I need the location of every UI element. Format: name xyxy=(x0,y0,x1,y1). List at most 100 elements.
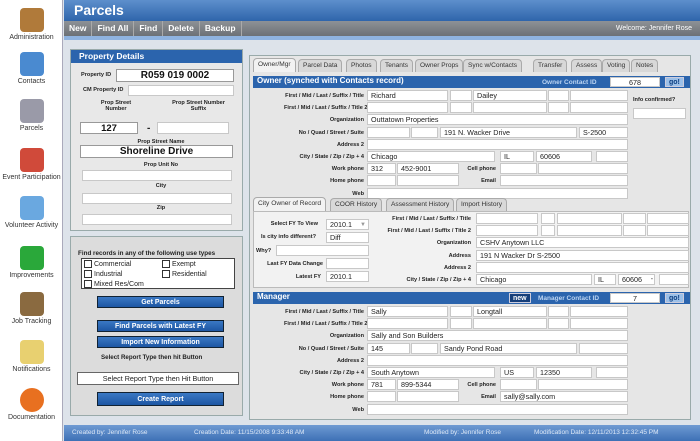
home-area-field[interactable] xyxy=(367,391,396,403)
address2-field[interactable] xyxy=(367,354,628,366)
latest-fy-field[interactable]: 2010.1 xyxy=(326,271,369,282)
street-name-field[interactable]: Shoreline Drive xyxy=(80,145,233,158)
backup-button[interactable]: Backup xyxy=(200,21,242,36)
zip-field[interactable]: 60606 xyxy=(536,151,592,162)
city-field[interactable]: Chicago xyxy=(367,151,495,162)
web-field[interactable] xyxy=(367,403,628,415)
mid-field[interactable] xyxy=(450,90,472,101)
title-field[interactable] xyxy=(570,90,628,101)
street-field[interactable]: 191 N. Wacker Drive xyxy=(440,126,577,138)
cell-phone-field[interactable] xyxy=(538,379,628,391)
suffix2-field[interactable] xyxy=(548,318,569,330)
coor-address2-field[interactable] xyxy=(476,261,689,273)
delete-button[interactable]: Delete xyxy=(163,21,200,36)
cm-property-id-field[interactable] xyxy=(128,85,234,96)
work-area-field[interactable]: 781 xyxy=(367,379,396,391)
coor-state-field[interactable]: IL xyxy=(594,274,616,285)
cell-area-field[interactable] xyxy=(500,379,537,391)
tab-owner-props[interactable]: Owner Props xyxy=(415,59,464,72)
coor-city-field[interactable]: Chicago xyxy=(476,274,592,285)
suffix2-field[interactable] xyxy=(548,102,569,114)
web-field[interactable] xyxy=(367,187,628,199)
checkbox-residential[interactable]: Residential xyxy=(162,270,207,278)
email-field[interactable] xyxy=(500,175,628,187)
coor-name-field[interactable] xyxy=(476,213,538,224)
unit-field[interactable] xyxy=(82,170,232,181)
subtab-assessment-history[interactable]: Assessment History xyxy=(386,198,455,211)
sidebar-item-documentation[interactable]: Documentation xyxy=(0,388,63,421)
diff-field[interactable]: Diff xyxy=(326,232,369,243)
sidebar-item-parcels[interactable]: Parcels xyxy=(0,99,63,132)
owner-contact-id-field[interactable]: 678 xyxy=(610,77,660,87)
sidebar-item-contacts[interactable]: Contacts xyxy=(0,52,63,85)
import-button[interactable]: Import New Information xyxy=(97,336,224,348)
title2-field[interactable] xyxy=(570,318,628,330)
tab-voting[interactable]: Voting xyxy=(602,59,631,72)
cell-phone-field[interactable] xyxy=(538,163,628,175)
checkbox-mixed-res-com[interactable]: Mixed Res/Com xyxy=(84,280,144,288)
tab-tenants[interactable]: Tenants xyxy=(380,59,414,72)
zip4-field[interactable] xyxy=(596,367,628,378)
home-area-field[interactable] xyxy=(367,175,396,187)
tab-parcel-data[interactable]: Parcel Data xyxy=(298,59,343,72)
coor-name-field[interactable] xyxy=(623,213,646,224)
last-field[interactable]: Dailey xyxy=(473,90,547,101)
new-button[interactable]: New xyxy=(64,21,93,36)
coor-name-field[interactable] xyxy=(647,213,689,224)
subtab-city-owner-of-record[interactable]: City Owner of Record xyxy=(253,197,327,211)
street-number-field[interactable]: 127 xyxy=(80,122,138,134)
zip4-field[interactable] xyxy=(596,151,628,162)
tab-sync-w-contacts[interactable]: Sync w/Contacts xyxy=(463,59,523,72)
owner-go-button[interactable]: go! xyxy=(665,77,684,87)
sidebar-item-event-participation[interactable]: Event Participation xyxy=(0,148,63,181)
chevron-down-icon[interactable]: ▼ xyxy=(360,220,366,229)
sidebar-item-volunteer-activity[interactable]: Volunteer Activity xyxy=(0,196,63,229)
sidebar-item-administration[interactable]: Administration xyxy=(0,8,63,41)
tab-assess[interactable]: Assess xyxy=(571,59,603,72)
tab-photos[interactable]: Photos xyxy=(346,59,377,72)
suffix-field[interactable] xyxy=(548,90,569,101)
sidebar-item-job-tracking[interactable]: Job Tracking xyxy=(0,292,63,325)
coor-zip-field[interactable]: 60606 xyxy=(618,274,655,285)
checkbox-box[interactable] xyxy=(84,260,92,268)
coor-name-field[interactable] xyxy=(541,225,555,237)
city-field[interactable] xyxy=(82,193,232,204)
last-change-field[interactable] xyxy=(326,258,369,269)
checkbox-box[interactable] xyxy=(162,270,170,278)
cell-area-field[interactable] xyxy=(500,163,537,175)
checkbox-industrial[interactable]: Industrial xyxy=(84,270,122,278)
title-field[interactable] xyxy=(570,306,628,317)
coor-zip4-field[interactable] xyxy=(659,274,689,285)
title2-field[interactable] xyxy=(570,102,628,114)
organization-field[interactable]: Sally and Son Builders xyxy=(367,330,628,342)
coor-name-field[interactable] xyxy=(623,225,646,237)
property-id-field[interactable]: R059 019 0002 xyxy=(116,69,234,82)
manager-contact-id-field[interactable]: 7 xyxy=(610,293,660,303)
quad-field[interactable] xyxy=(411,342,438,354)
state-field[interactable]: US xyxy=(500,367,534,378)
coor-org-field[interactable]: CSHV Anytown LLC xyxy=(476,237,689,249)
suffix-field[interactable] xyxy=(548,306,569,317)
find-latest-fy-button[interactable]: Find Parcels with Latest FY xyxy=(97,320,224,332)
tab-notes[interactable]: Notes xyxy=(631,59,659,72)
checkbox-box[interactable] xyxy=(84,280,92,288)
tab-owner-mgr[interactable]: Owner/Mgr xyxy=(253,58,296,72)
last-field[interactable]: Longtall xyxy=(473,306,547,317)
first2-field[interactable] xyxy=(367,318,448,330)
mid2-field[interactable] xyxy=(450,102,472,114)
checkbox-box[interactable] xyxy=(84,270,92,278)
coor-name-field[interactable] xyxy=(557,213,622,224)
street-field[interactable]: Sandy Pond Road xyxy=(440,342,577,354)
create-report-button[interactable]: Create Report xyxy=(97,392,224,406)
work-area-field[interactable]: 312 xyxy=(367,163,396,175)
fy-select[interactable]: 2010.1 ▼ xyxy=(326,219,369,230)
checkbox-commercial[interactable]: Commercial xyxy=(84,260,131,268)
why-field[interactable] xyxy=(276,245,369,256)
zip-field[interactable] xyxy=(82,214,232,225)
checkbox-box[interactable] xyxy=(162,260,170,268)
organization-field[interactable]: Outtatown Properties xyxy=(367,114,628,126)
find-button[interactable]: Find xyxy=(134,21,164,36)
suite-field[interactable] xyxy=(579,342,628,354)
coor-name-field[interactable] xyxy=(476,225,538,237)
coor-name-field[interactable] xyxy=(541,213,555,224)
